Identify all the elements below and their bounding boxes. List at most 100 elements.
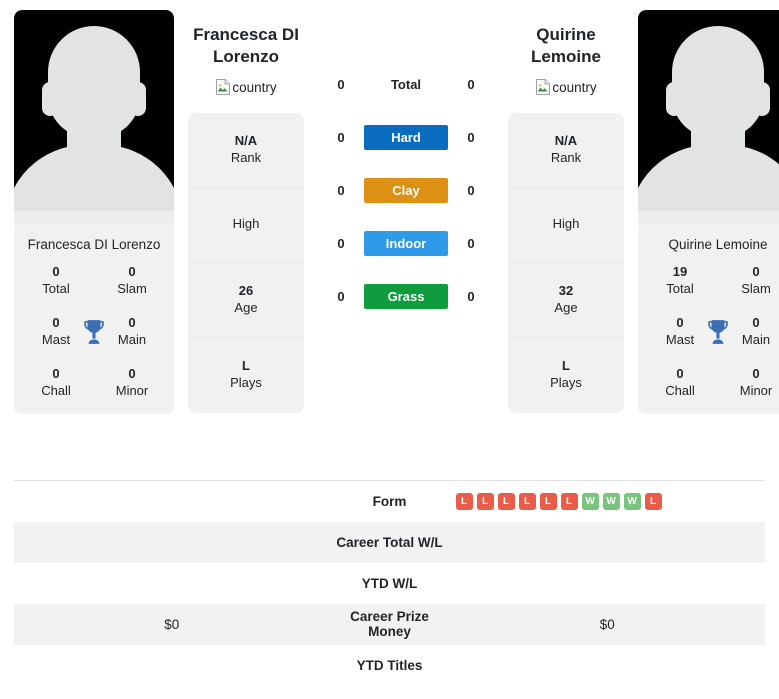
form-badge-loss[interactable]: L bbox=[518, 492, 536, 510]
info-rank-value: N/A bbox=[554, 132, 578, 148]
comparison-table-wrap: Form LLLLLLWWWL Career Total W/L YTD W/L… bbox=[0, 480, 779, 686]
right-form-strip: LLLLLLWWWL bbox=[455, 492, 759, 510]
info-plays: L Plays bbox=[508, 338, 624, 413]
stat-chall-value: 0 bbox=[676, 366, 684, 382]
stat-total-value: 0 bbox=[52, 263, 60, 279]
table-row-ytd-titles: YTD Titles bbox=[14, 645, 765, 686]
form-badge-loss[interactable]: L bbox=[497, 492, 515, 510]
right-player-column: Quirine Lemoine 19 Total 0 Slam 0 Mast 0… bbox=[638, 10, 779, 414]
surface-hard-left-value: 0 bbox=[337, 130, 345, 145]
avatar-silhouette-ear-left bbox=[666, 82, 682, 116]
left-player-caption-name: Francesca DI Lorenzo bbox=[27, 237, 161, 252]
surface-head-to-head: 0 Total 0 0 Hard 0 0 Clay 0 0 Indoor 0 0… bbox=[318, 10, 494, 309]
comparison-table: Form LLLLLLWWWL Career Total W/L YTD W/L… bbox=[14, 480, 765, 686]
stat-chall-label: Chall bbox=[41, 383, 71, 398]
stat-slam-label: Slam bbox=[117, 280, 147, 296]
form-badge-loss[interactable]: L bbox=[476, 492, 494, 510]
surface-grass-badge[interactable]: Grass bbox=[364, 284, 448, 309]
surface-indoor-right-value: 0 bbox=[467, 236, 475, 251]
surface-clay-right-value: 0 bbox=[467, 183, 475, 198]
info-plays-value: L bbox=[242, 358, 250, 374]
stat-chall-value: 0 bbox=[52, 366, 60, 382]
player-comparison-panel: Francesca DI Lorenzo 0 Total 0 Slam 0 Ma… bbox=[0, 0, 779, 480]
surface-row-clay: 0 Clay 0 bbox=[318, 178, 494, 203]
stat-minor-label: Minor bbox=[115, 383, 149, 398]
info-plays-label: Plays bbox=[230, 375, 262, 391]
info-rank-label: Rank bbox=[550, 149, 582, 165]
stat-chall-label: Chall bbox=[665, 383, 695, 398]
avatar-bottom-fade bbox=[14, 211, 174, 225]
right-player-avatar bbox=[638, 10, 779, 225]
left-titles-grid: 0 Total 0 Slam 0 Mast 0 Main 0 Chall 0 M… bbox=[18, 264, 170, 400]
form-badge-loss[interactable]: L bbox=[644, 492, 662, 510]
stat-total-value: 19 bbox=[672, 263, 688, 279]
table-row-form: Form LLLLLLWWWL bbox=[14, 480, 765, 522]
surface-total-label: Total bbox=[390, 77, 422, 92]
surface-indoor-badge[interactable]: Indoor bbox=[364, 231, 448, 256]
form-badge-loss[interactable]: L bbox=[455, 492, 473, 510]
left-player-column: Francesca DI Lorenzo 0 Total 0 Slam 0 Ma… bbox=[14, 10, 174, 414]
trophy-icon bbox=[84, 319, 104, 344]
row-label-form: Form bbox=[329, 480, 450, 522]
broken-image-icon bbox=[536, 78, 551, 95]
surface-row-total: 0 Total 0 bbox=[318, 72, 494, 97]
right-quick-stats: Quirine Lemoine 19 Total 0 Slam 0 Mast 0… bbox=[638, 225, 779, 414]
info-age: 32 Age bbox=[508, 263, 624, 338]
surface-grass-right-value: 0 bbox=[467, 289, 475, 304]
avatar-silhouette-ear-right bbox=[754, 82, 770, 116]
career-total-wl-left bbox=[14, 522, 329, 563]
stat-slam: 0 Slam bbox=[718, 264, 779, 297]
right-player-info-column: Quirine Lemoine country N/A Rank High 32… bbox=[508, 10, 624, 413]
stat-slam-label: Slam bbox=[741, 280, 771, 296]
form-badge-loss[interactable]: L bbox=[539, 492, 557, 510]
left-player-avatar bbox=[14, 10, 174, 225]
info-age-value: 32 bbox=[558, 282, 574, 298]
left-player-photo-card[interactable]: Francesca DI Lorenzo 0 Total 0 Slam 0 Ma… bbox=[14, 10, 174, 414]
stat-total: 19 Total bbox=[642, 264, 718, 297]
stat-total-label: Total bbox=[666, 280, 694, 296]
right-player-caption-name: Quirine Lemoine bbox=[668, 237, 768, 252]
info-rank: N/A Rank bbox=[508, 113, 624, 188]
right-player-country: country bbox=[508, 69, 624, 95]
ytd-titles-right bbox=[450, 645, 765, 686]
right-player-name[interactable]: Quirine Lemoine bbox=[508, 10, 624, 69]
stat-slam-value: 0 bbox=[752, 263, 760, 279]
surface-clay-badge[interactable]: Clay bbox=[364, 178, 448, 203]
avatar-silhouette-ear-right bbox=[130, 82, 146, 116]
row-label-ytd-titles: YTD Titles bbox=[356, 657, 423, 673]
info-high-label: High bbox=[232, 216, 260, 232]
info-high: High bbox=[188, 188, 304, 263]
surface-hard-right-value: 0 bbox=[467, 130, 475, 145]
surface-row-hard: 0 Hard 0 bbox=[318, 125, 494, 150]
table-row-career-prize-money: $0 Career Prize Money $0 bbox=[14, 603, 765, 645]
stat-minor: 0 Minor bbox=[94, 366, 170, 399]
stat-chall: 0 Chall bbox=[642, 366, 718, 399]
left-quick-stats: Francesca DI Lorenzo 0 Total 0 Slam 0 Ma… bbox=[14, 225, 174, 414]
form-badge-win[interactable]: W bbox=[581, 492, 599, 510]
ytd-wl-right bbox=[450, 563, 765, 604]
surface-hard-badge[interactable]: Hard bbox=[364, 125, 448, 150]
surface-clay-left-value: 0 bbox=[337, 183, 345, 198]
left-player-name[interactable]: Francesca DI Lorenzo bbox=[188, 10, 304, 69]
form-badge-loss[interactable]: L bbox=[560, 492, 578, 510]
form-right-cell: LLLLLLWWWL bbox=[449, 480, 765, 522]
stat-minor-label: Minor bbox=[739, 383, 773, 398]
row-label-career-prize-money: Career Prize Money bbox=[350, 609, 429, 639]
stat-minor-value: 0 bbox=[752, 366, 760, 382]
surface-total-left-value: 0 bbox=[337, 77, 345, 92]
row-label-ytd-wl: YTD W/L bbox=[361, 575, 418, 591]
surface-total-right-value: 0 bbox=[467, 77, 475, 92]
avatar-bottom-fade bbox=[638, 211, 779, 225]
form-badge-win[interactable]: W bbox=[623, 492, 641, 510]
info-rank-label: Rank bbox=[230, 149, 262, 165]
stat-minor-value: 0 bbox=[128, 366, 136, 382]
broken-image-icon bbox=[216, 78, 231, 95]
stat-total-label: Total bbox=[42, 280, 70, 296]
form-badge-win[interactable]: W bbox=[602, 492, 620, 510]
left-player-info-card: N/A Rank High 26 Age L Plays bbox=[188, 112, 304, 413]
info-rank-value: N/A bbox=[234, 132, 258, 148]
ytd-wl-left bbox=[14, 563, 329, 604]
right-titles-grid: 19 Total 0 Slam 0 Mast 0 Main 0 Chall 0 … bbox=[642, 264, 779, 400]
right-player-photo-card[interactable]: Quirine Lemoine 19 Total 0 Slam 0 Mast 0… bbox=[638, 10, 779, 414]
left-country-alt-text: country bbox=[232, 79, 277, 95]
